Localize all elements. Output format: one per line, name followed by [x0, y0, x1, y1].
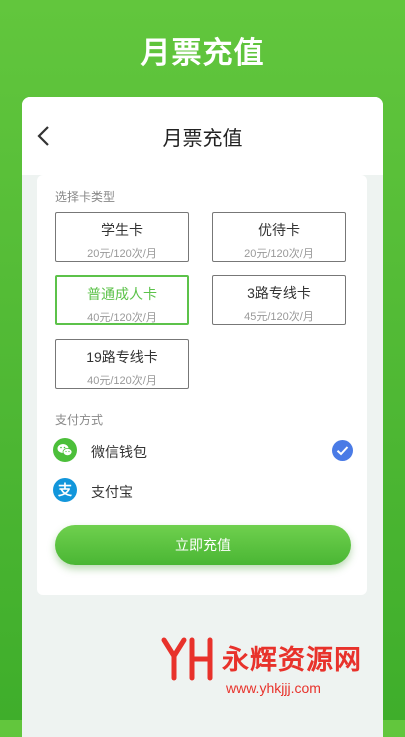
payment-option-wechat[interactable]: 微信钱包 [53, 438, 353, 464]
card-option-adult[interactable]: 普通成人卡 40元/120次/月 [55, 275, 189, 325]
svg-text:支: 支 [57, 482, 73, 499]
card-option-price: 20元/120次/月 [87, 248, 157, 260]
watermark-text: 永辉资源网 [222, 645, 362, 675]
card-option-discount[interactable]: 优待卡 20元/120次/月 [212, 212, 346, 262]
card-option-price: 40元/120次/月 [87, 312, 157, 324]
card-option-student[interactable]: 学生卡 20元/120次/月 [55, 212, 189, 262]
card-option-name: 19路专线卡 [86, 349, 158, 365]
card-option-name: 3路专线卡 [247, 285, 311, 301]
payment-option-name: 支付宝 [91, 484, 133, 500]
page-title: 月票充值 [162, 128, 243, 150]
card-option-route19[interactable]: 19路专线卡 40元/120次/月 [55, 339, 189, 389]
nav-bar: 月票充值 [22, 97, 383, 175]
card-type-label: 选择卡类型 [55, 190, 116, 204]
watermark: 永辉资源网 www.yhkjjj.com [160, 630, 405, 720]
card-option-price: 20元/120次/月 [244, 248, 314, 260]
card-option-price: 45元/120次/月 [244, 311, 314, 323]
watermark-logo-icon [161, 637, 213, 681]
card-option-name: 普通成人卡 [87, 286, 157, 302]
recharge-card: 选择卡类型 学生卡 20元/120次/月 优待卡 20元/120次/月 普通成人… [37, 175, 367, 595]
check-circle-icon[interactable] [332, 440, 353, 461]
alipay-icon: 支 [53, 478, 77, 502]
card-option-name: 学生卡 [101, 222, 143, 238]
payment-option-name: 微信钱包 [91, 444, 147, 460]
payment-method-label: 支付方式 [55, 413, 104, 427]
card-option-route3[interactable]: 3路专线卡 45元/120次/月 [212, 275, 346, 325]
wechat-icon [53, 438, 77, 462]
card-option-price: 40元/120次/月 [87, 375, 157, 387]
banner-title: 月票充值 [140, 37, 265, 70]
recharge-button[interactable]: 立即充值 [55, 525, 351, 565]
card-option-name: 优待卡 [258, 222, 300, 238]
payment-option-alipay[interactable]: 支 支付宝 [53, 478, 353, 504]
watermark-url: www.yhkjjj.com [226, 680, 321, 696]
